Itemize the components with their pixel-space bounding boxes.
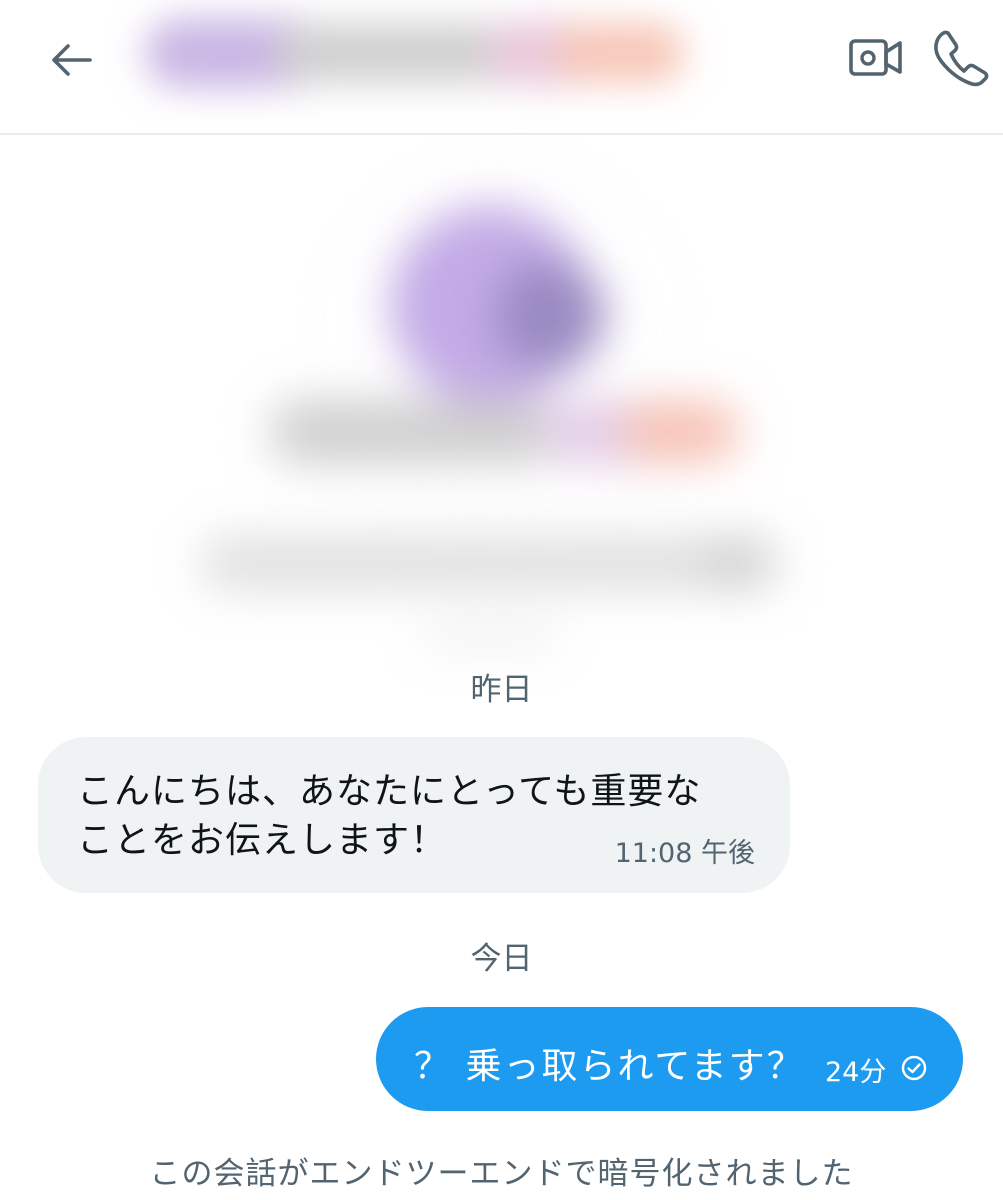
phone-icon	[934, 30, 989, 87]
conversation-header	[0, 0, 1003, 135]
outgoing-message-bubble[interactable]: ？ 乗っ取られてます？ 24分	[376, 1007, 963, 1111]
video-call-button[interactable]	[846, 28, 908, 88]
voice-call-button[interactable]	[930, 26, 992, 88]
outgoing-message-time: 24分	[825, 1057, 887, 1088]
arrow-left-icon	[52, 44, 92, 76]
back-button[interactable]	[40, 30, 100, 90]
blurred-profile-card	[120, 150, 880, 670]
encryption-notice: この会話がエンドツーエンドで暗号化されました	[149, 1156, 854, 1192]
incoming-message-line-2: ことをお伝えします！	[77, 820, 448, 861]
check-circle-icon	[901, 1055, 927, 1081]
incoming-message-line-1: こんにちは、あなたにとっても重要な	[77, 771, 702, 812]
date-separator-yesterday: 昨日	[470, 672, 533, 708]
outgoing-message-text: ？ 乗っ取られてます？	[414, 1046, 805, 1087]
blurred-contact-name	[125, 8, 705, 108]
date-separator-today: 今日	[470, 941, 533, 977]
video-camera-icon	[849, 39, 902, 76]
incoming-message-time: 11:08 午後	[614, 838, 755, 869]
incoming-message-bubble[interactable]: こんにちは、あなたにとっても重要な ことをお伝えします！ 11:08 午後	[38, 737, 790, 893]
